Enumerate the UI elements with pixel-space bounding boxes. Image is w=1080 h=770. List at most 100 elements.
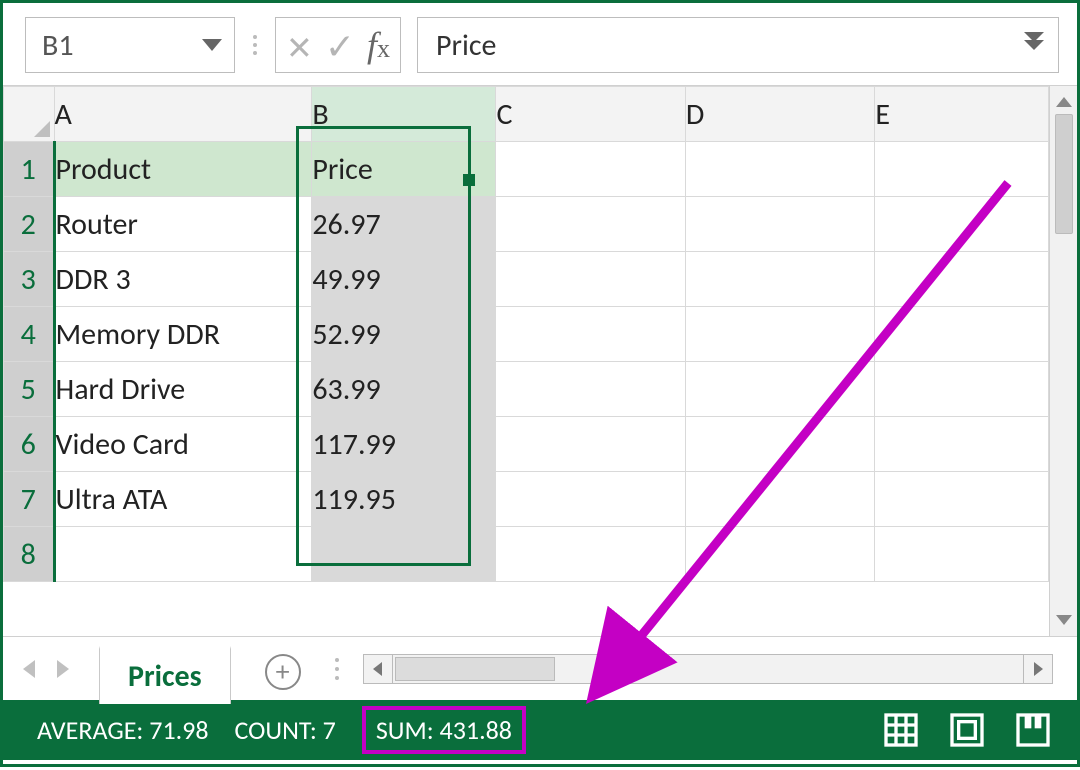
cell-D3[interactable] xyxy=(685,252,874,307)
enter-icon[interactable] xyxy=(325,21,355,70)
formula-bar: B1 fx Price xyxy=(3,3,1077,86)
cell-C3[interactable] xyxy=(496,252,685,307)
cell-D2[interactable] xyxy=(685,197,874,252)
name-box-dropdown-icon[interactable] xyxy=(202,39,222,51)
row-header-6[interactable]: 6 xyxy=(4,417,55,472)
column-header-B[interactable]: B xyxy=(312,87,496,142)
row-header-1[interactable]: 1 xyxy=(4,142,55,197)
cell-B5[interactable]: 63.99 xyxy=(312,362,496,417)
cell-E8[interactable] xyxy=(875,527,1049,582)
cell-A8[interactable] xyxy=(54,527,312,582)
prev-sheet-icon[interactable] xyxy=(23,660,35,678)
scroll-right-button[interactable] xyxy=(1023,654,1053,684)
tab-navigation xyxy=(23,660,99,678)
normal-view-icon[interactable] xyxy=(881,710,921,750)
scroll-up-button[interactable] xyxy=(1054,92,1074,112)
page-layout-view-icon[interactable] xyxy=(947,710,987,750)
column-header-row: A B C D E xyxy=(4,87,1049,142)
cell-E7[interactable] xyxy=(875,472,1049,527)
horizontal-scroll-thumb[interactable] xyxy=(395,657,555,681)
row-3: 3 DDR 3 49.99 xyxy=(4,252,1049,307)
cell-A1[interactable]: Product xyxy=(54,142,312,197)
cell-B2[interactable]: 26.97 xyxy=(312,197,496,252)
vertical-scroll-thumb[interactable] xyxy=(1055,114,1073,234)
row-5: 5 Hard Drive 63.99 xyxy=(4,362,1049,417)
cell-B3[interactable]: 49.99 xyxy=(312,252,496,307)
cell-A2[interactable]: Router xyxy=(54,197,312,252)
column-header-D[interactable]: D xyxy=(685,87,874,142)
horizontal-scroll-track[interactable] xyxy=(393,654,1023,684)
cell-B8[interactable] xyxy=(312,527,496,582)
page-break-view-icon[interactable] xyxy=(1013,710,1053,750)
row-header-4[interactable]: 4 xyxy=(4,307,55,362)
cell-B7[interactable]: 119.95 xyxy=(312,472,496,527)
cell-A4[interactable]: Memory DDR xyxy=(54,307,312,362)
cell-C4[interactable] xyxy=(496,307,685,362)
cell-E6[interactable] xyxy=(875,417,1049,472)
insert-function-icon[interactable]: fx xyxy=(367,24,390,66)
worksheet-area: A B C D E 1 Product Price 2 Router 26.97 xyxy=(3,86,1077,636)
cell-E2[interactable] xyxy=(875,197,1049,252)
cell-E3[interactable] xyxy=(875,252,1049,307)
cell-E5[interactable] xyxy=(875,362,1049,417)
cancel-icon[interactable] xyxy=(286,21,313,70)
row-header-3[interactable]: 3 xyxy=(4,252,55,307)
cell-E1[interactable] xyxy=(875,142,1049,197)
row-4: 4 Memory DDR 52.99 xyxy=(4,307,1049,362)
tab-bar-splitter[interactable] xyxy=(335,658,339,680)
row-header-7[interactable]: 7 xyxy=(4,472,55,527)
row-header-5[interactable]: 5 xyxy=(4,362,55,417)
spreadsheet-grid[interactable]: A B C D E 1 Product Price 2 Router 26.97 xyxy=(3,86,1049,582)
row-header-2[interactable]: 2 xyxy=(4,197,55,252)
cell-A7[interactable]: Ultra ATA xyxy=(54,472,312,527)
formula-value: Price xyxy=(436,27,496,64)
cell-C2[interactable] xyxy=(496,197,685,252)
sheet-tab-prices[interactable]: Prices xyxy=(99,646,231,704)
cell-C8[interactable] xyxy=(496,527,685,582)
cell-D6[interactable] xyxy=(685,417,874,472)
cell-A5[interactable]: Hard Drive xyxy=(54,362,312,417)
cell-D4[interactable] xyxy=(685,307,874,362)
cell-D1[interactable] xyxy=(685,142,874,197)
grid[interactable]: A B C D E 1 Product Price 2 Router 26.97 xyxy=(3,86,1049,636)
cell-C1[interactable] xyxy=(496,142,685,197)
cell-D5[interactable] xyxy=(685,362,874,417)
cell-E4[interactable] xyxy=(875,307,1049,362)
expand-formula-bar-icon[interactable] xyxy=(1024,40,1044,50)
formula-buttons: fx xyxy=(275,17,401,73)
status-bar: AVERAGE: 71.98 COUNT: 7 SUM: 431.88 xyxy=(3,700,1077,760)
cell-C6[interactable] xyxy=(496,417,685,472)
scroll-down-button[interactable] xyxy=(1054,610,1074,630)
horizontal-scrollbar[interactable] xyxy=(363,654,1077,684)
status-count: COUNT: 7 xyxy=(235,714,336,746)
vertical-scroll-track[interactable] xyxy=(1050,112,1077,610)
row-header-8[interactable]: 8 xyxy=(4,527,55,582)
column-header-A[interactable]: A xyxy=(54,87,312,142)
status-average: AVERAGE: 71.98 xyxy=(37,714,209,746)
formula-input[interactable]: Price xyxy=(417,17,1059,73)
cell-B6[interactable]: 117.99 xyxy=(312,417,496,472)
column-header-E[interactable]: E xyxy=(875,87,1049,142)
scroll-left-button[interactable] xyxy=(363,654,393,684)
status-sum: SUM: 431.88 xyxy=(362,706,526,754)
row-1: 1 Product Price xyxy=(4,142,1049,197)
formula-bar-splitter[interactable] xyxy=(251,35,259,55)
sheet-tab-bar: Prices + xyxy=(3,636,1077,700)
name-box-value: B1 xyxy=(42,27,74,64)
cell-B4[interactable]: 52.99 xyxy=(312,307,496,362)
cell-D7[interactable] xyxy=(685,472,874,527)
cell-D8[interactable] xyxy=(685,527,874,582)
name-box[interactable]: B1 xyxy=(25,17,235,73)
cell-C7[interactable] xyxy=(496,472,685,527)
select-all-corner[interactable] xyxy=(4,87,55,142)
next-sheet-icon[interactable] xyxy=(57,660,69,678)
cell-C5[interactable] xyxy=(496,362,685,417)
add-sheet-button[interactable]: + xyxy=(265,654,301,690)
row-8: 8 xyxy=(4,527,1049,582)
row-6: 6 Video Card 117.99 xyxy=(4,417,1049,472)
cell-B1[interactable]: Price xyxy=(312,142,496,197)
column-header-C[interactable]: C xyxy=(496,87,685,142)
cell-A6[interactable]: Video Card xyxy=(54,417,312,472)
vertical-scrollbar[interactable] xyxy=(1049,86,1077,636)
cell-A3[interactable]: DDR 3 xyxy=(54,252,312,307)
